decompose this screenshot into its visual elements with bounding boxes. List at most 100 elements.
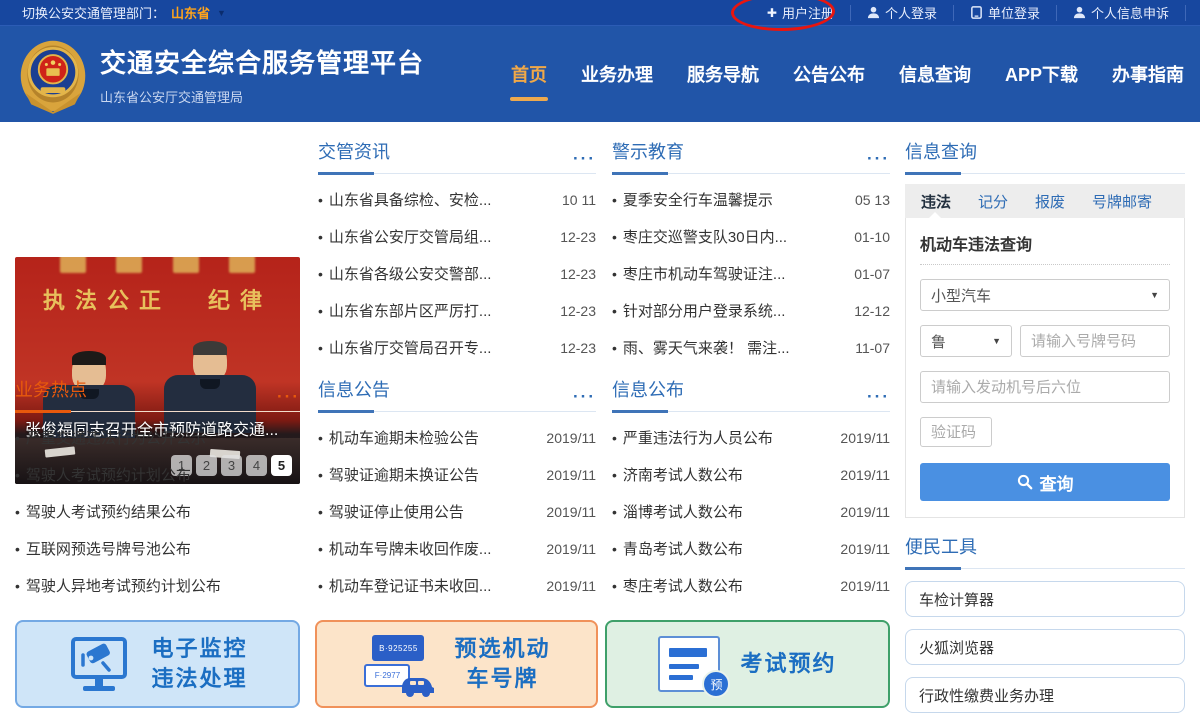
promo-label: 电子监控 违法处理 <box>151 634 247 693</box>
section-header: 业务热点 ··· <box>15 376 300 412</box>
list-item[interactable]: •青岛考试人数公布2019/11 <box>612 530 890 567</box>
brand-block: 交通安全综合服务管理平台 山东省公安厅交通管理局 <box>100 43 424 106</box>
section-traffic-news: 交管资讯 ··· •山东省具备综检、安检...10 11 •山东省公安厅交管局组… <box>318 138 596 366</box>
item-date: 12-23 <box>560 303 596 319</box>
promo-surveillance-violation[interactable]: 电子监控 违法处理 <box>15 620 300 708</box>
more-icon[interactable]: ··· <box>573 392 596 402</box>
list-item[interactable]: •针对部分用户登录系统...12-12 <box>612 292 890 329</box>
list-item[interactable]: •驾驶证停止使用公告2019/11 <box>318 493 596 530</box>
list-item[interactable]: •枣庄交巡警支队30日内...01-10 <box>612 218 890 255</box>
province-current[interactable]: 山东省 <box>171 3 210 22</box>
list-item[interactable]: •雨、雾天气来袭！ 需注...11-07 <box>612 329 890 366</box>
more-icon[interactable]: ··· <box>573 154 596 164</box>
plate-prefix-select[interactable]: 鲁 ▼ <box>920 325 1012 357</box>
captcha-input[interactable] <box>920 417 992 447</box>
nav-service-guide[interactable]: 服务导航 <box>687 33 759 115</box>
tab-scrap[interactable]: 报废 <box>1035 191 1065 212</box>
tab-violation[interactable]: 违法 <box>921 191 951 212</box>
item-date: 2019/11 <box>840 430 890 446</box>
list-item[interactable]: •驾驶人考试预约计划公布 <box>15 456 300 493</box>
exam-document-icon: 预 <box>658 636 720 692</box>
promo-plate-preselection[interactable]: B·925255 F·2977 预选机动 车号牌 <box>315 620 598 708</box>
promo-exam-appointment[interactable]: 预 考试预约 <box>605 620 890 708</box>
bullet-icon: • <box>318 340 323 356</box>
vehicle-type-select[interactable]: 小型汽车 ▼ <box>920 279 1170 311</box>
bullet-icon: • <box>318 578 323 594</box>
item-date: 2019/11 <box>840 467 890 483</box>
engine-number-input[interactable] <box>920 371 1170 403</box>
nav-business[interactable]: 业务办理 <box>581 33 653 115</box>
plate-number-input[interactable] <box>1020 325 1170 357</box>
list-item[interactable]: •山东省各级公安交警部...12-23 <box>318 255 596 292</box>
bullet-icon: • <box>612 340 617 356</box>
section-title: 警示教育 <box>612 138 684 164</box>
site-subtitle: 山东省公安厅交通管理局 <box>100 87 424 106</box>
list-item[interactable]: •驾驶证逾期未换证公告2019/11 <box>318 456 596 493</box>
bullet-icon: • <box>612 266 617 282</box>
department-switcher[interactable]: 切换公安交通管理部门： 山东省 ▼ <box>22 3 226 22</box>
bullet-icon: • <box>612 578 617 594</box>
list-item[interactable]: •淄博考试人数公布2019/11 <box>612 493 890 530</box>
plus-icon: ✚ <box>767 6 777 20</box>
unit-login-link[interactable]: 单位登录 <box>954 5 1057 21</box>
bullet-icon: • <box>15 467 20 483</box>
more-icon[interactable]: ··· <box>867 392 890 402</box>
register-link[interactable]: ✚ 用户注册 <box>751 5 851 21</box>
list-item[interactable]: •山东省厅交管局召开专...12-23 <box>318 329 596 366</box>
list-item[interactable]: •枣庄市机动车驾驶证注...01-07 <box>612 255 890 292</box>
search-icon <box>1017 474 1033 490</box>
list-item[interactable]: •山东省公安厅交管局组...12-23 <box>318 218 596 255</box>
section-title: 交管资讯 <box>318 138 390 164</box>
bullet-icon: • <box>612 504 617 520</box>
nav-home[interactable]: 首页 <box>511 33 547 115</box>
tab-plate-mail[interactable]: 号牌邮寄 <box>1092 191 1152 212</box>
list-item[interactable]: •机动车号牌未收回作废...2019/11 <box>318 530 596 567</box>
banner-decor <box>15 257 300 273</box>
person-icon <box>1073 6 1086 19</box>
appeal-link[interactable]: 个人信息申诉 <box>1057 5 1186 21</box>
more-icon[interactable]: ··· <box>277 392 300 402</box>
list-item[interactable]: •机动车逾期未检验公告2019/11 <box>318 419 596 456</box>
list-item[interactable]: •严重交通违法行为公开公示 <box>15 419 300 456</box>
tool-firefox-browser[interactable]: 火狐浏览器 <box>905 629 1185 665</box>
tool-vehicle-inspection-calculator[interactable]: 车检计算器 <box>905 581 1185 617</box>
personal-login-link[interactable]: 个人登录 <box>851 5 954 21</box>
list-item[interactable]: •驾驶人异地考试预约计划公布 <box>15 567 300 604</box>
list-item[interactable]: •机动车登记证书未收回...2019/11 <box>318 567 596 604</box>
list-item[interactable]: •济南考试人数公布2019/11 <box>612 456 890 493</box>
nav-info-query[interactable]: 信息查询 <box>899 33 971 115</box>
bullet-icon: • <box>318 541 323 557</box>
banner-text-right: 纪律 <box>208 283 272 315</box>
list-item[interactable]: •严重违法行为人员公布2019/11 <box>612 419 890 456</box>
item-date: 2019/11 <box>546 578 596 594</box>
item-date: 10 11 <box>562 192 596 208</box>
active-tab-notch <box>929 212 941 218</box>
query-tabs: 违法 记分 报废 号牌邮寄 <box>905 184 1185 218</box>
query-button[interactable]: 查询 <box>920 463 1170 501</box>
list-item[interactable]: •互联网预选号牌号池公布 <box>15 530 300 567</box>
nav-announcements[interactable]: 公告公布 <box>793 33 865 115</box>
list-item[interactable]: •夏季安全行车温馨提示05 13 <box>612 181 890 218</box>
tool-admin-fee-payment[interactable]: 行政性缴费业务办理 <box>905 677 1185 713</box>
item-date: 12-23 <box>560 340 596 356</box>
list-item[interactable]: •枣庄考试人数公布2019/11 <box>612 567 890 604</box>
tab-points[interactable]: 记分 <box>978 191 1008 212</box>
list-item[interactable]: •山东省东部片区严厉打...12-23 <box>318 292 596 329</box>
more-icon[interactable]: ··· <box>867 154 890 164</box>
list-item[interactable]: •驾驶人考试预约结果公布 <box>15 493 300 530</box>
bullet-icon: • <box>318 467 323 483</box>
section-header: 信息公告 ··· <box>318 376 596 412</box>
cctv-monitor-icon <box>67 635 131 693</box>
item-date: 11-07 <box>855 340 890 356</box>
nav-handbook[interactable]: 办事指南 <box>1112 33 1184 115</box>
nav-app-download[interactable]: APP下载 <box>1005 33 1078 115</box>
section-header: 信息查询 <box>905 138 1185 174</box>
bullet-icon: • <box>15 541 20 557</box>
query-button-label: 查询 <box>1040 470 1074 495</box>
promo-label: 考试预约 <box>740 649 836 679</box>
main-nav: 首页 业务办理 服务导航 公告公布 信息查询 APP下载 办事指南 <box>511 26 1184 122</box>
list-item[interactable]: •山东省具备综检、安检...10 11 <box>318 181 596 218</box>
bullet-icon: • <box>612 192 617 208</box>
section-title: 信息查询 <box>905 138 977 164</box>
bullet-icon: • <box>318 303 323 319</box>
